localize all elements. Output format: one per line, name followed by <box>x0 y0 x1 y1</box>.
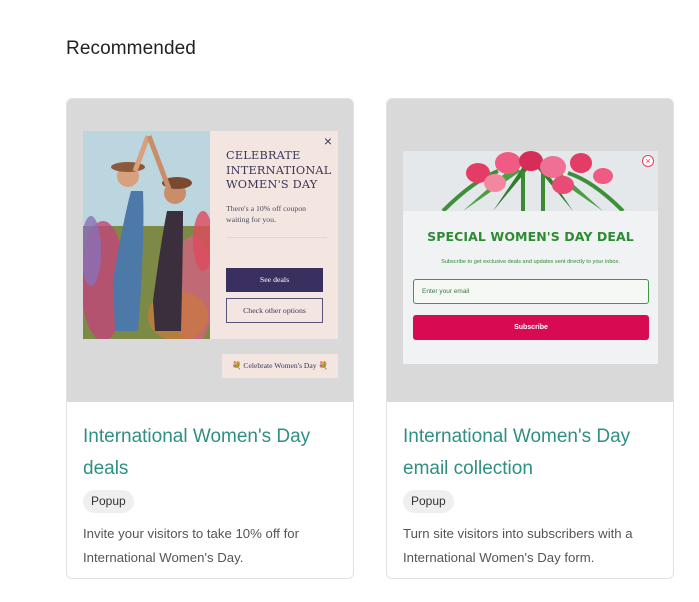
subscribe-button: Subscribe <box>413 315 649 340</box>
card-title[interactable]: International Women's Day deals <box>83 421 339 485</box>
card-title[interactable]: International Women's Day email collecti… <box>403 421 659 485</box>
type-badge: Popup <box>83 490 134 513</box>
divider <box>226 237 327 265</box>
teaser-tab: 💐 Celebrate Women's Day 💐 <box>222 354 338 378</box>
card-description: Turn site visitors into subscribers with… <box>403 526 633 565</box>
popup-subtext: Subscribe to get exclusive deals and upd… <box>441 259 620 265</box>
women-celebrating-photo <box>83 131 210 339</box>
type-badge: Popup <box>403 490 454 513</box>
close-icon: × <box>323 133 332 149</box>
card-description: Invite your visitors to take 10% off for… <box>83 526 299 565</box>
popup-preview: × CELEBRATE INTERNATIONAL WOMEN'S DAY Th… <box>83 131 338 339</box>
section-title: Recommended <box>66 38 196 59</box>
popup-heading: SPECIAL WOMEN'S DAY DEAL <box>427 229 634 244</box>
popup-subtext: There's a 10% off coupon waiting for you… <box>226 204 307 224</box>
template-card-deals[interactable]: × CELEBRATE INTERNATIONAL WOMEN'S DAY Th… <box>66 98 354 579</box>
close-icon: × <box>642 155 654 167</box>
see-deals-button: See deals <box>226 268 323 292</box>
template-preview[interactable]: × SPECIAL WOMEN'S DAY DEAL Subscribe to … <box>387 99 673 402</box>
email-field: Enter your email <box>413 279 649 304</box>
popup-preview: × SPECIAL WOMEN'S DAY DEAL Subscribe to … <box>403 151 658 364</box>
check-other-options-button: Check other options <box>226 298 323 323</box>
template-preview[interactable]: × CELEBRATE INTERNATIONAL WOMEN'S DAY Th… <box>67 99 353 402</box>
tulips-photo <box>403 151 658 211</box>
popup-heading: CELEBRATE INTERNATIONAL WOMEN'S DAY <box>226 149 332 191</box>
template-card-email-collection[interactable]: × SPECIAL WOMEN'S DAY DEAL Subscribe to … <box>386 98 674 579</box>
